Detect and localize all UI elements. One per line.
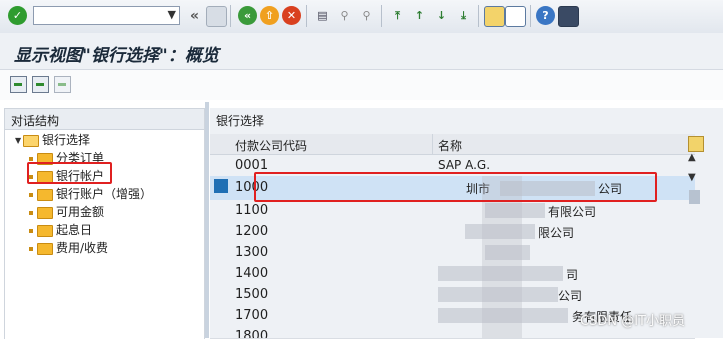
folder-open-icon (23, 134, 39, 147)
highlight-box (27, 162, 112, 184)
toolbar-divider (306, 5, 307, 27)
column-divider (432, 134, 433, 154)
folder-icon (37, 188, 53, 201)
tree-item-label: 可用金额 (56, 205, 105, 219)
column-header-name[interactable]: 名称 (438, 137, 462, 154)
dialog-structure-panel: 对话结构 ▼ 银行选择 分类订单 银行帐户 银行账户（增强） 可用金额 起息日 费… (4, 108, 205, 339)
toolbar-divider (230, 5, 231, 27)
next-page-icon[interactable]: ↓ (432, 6, 451, 25)
cell-company-code: 1100 (235, 203, 269, 218)
folder-icon (37, 242, 53, 255)
toolbar-divider (478, 5, 479, 27)
bullet-icon (29, 246, 33, 251)
last-page-icon[interactable]: ⤓ (454, 6, 473, 25)
table-title: 银行选择 (216, 114, 265, 128)
back-icon[interactable]: « (185, 6, 204, 25)
chevron-down-icon[interactable]: ▼ (168, 8, 176, 21)
table-row[interactable]: 1400 司 (210, 263, 695, 285)
table-row[interactable]: 1100 有限公司 (210, 200, 695, 222)
table-header: 付款公司代码 名称 (210, 134, 695, 155)
tree-item[interactable]: 可用金额 (29, 203, 104, 219)
cancel-icon[interactable]: ✕ (282, 6, 301, 25)
cell-name-suffix: 公司 (558, 289, 583, 303)
folder-icon (37, 224, 53, 237)
standard-toolbar: ✓ ▼ « « ⇧ ✕ ▤ ⚲ ⚲ ⤒ ↑ ↓ ⤓ ? (0, 0, 723, 34)
tree-root-bank-selection[interactable]: ▼ 银行选择 (15, 131, 90, 147)
cell-name-suffix: 有限公司 (548, 205, 597, 219)
cell-name-suffix: 司 (566, 268, 579, 282)
cell-company-code: 0001 (235, 158, 269, 173)
command-field[interactable]: ▼ (33, 6, 180, 25)
bullet-icon (29, 156, 33, 161)
back-green-icon[interactable]: « (238, 6, 257, 25)
collapse-triangle-icon[interactable]: ▼ (15, 136, 23, 145)
prev-page-icon[interactable]: ↑ (410, 6, 429, 25)
application-toolbar (0, 70, 723, 100)
cell-company-code: 1200 (235, 224, 269, 239)
collapse-icon[interactable] (32, 76, 49, 93)
table-row[interactable]: 1500 公司 (210, 284, 695, 306)
cell-company-code: 1700 (235, 308, 269, 323)
scroll-down-icon[interactable]: ▼ (688, 172, 696, 183)
cell-company-code: 1500 (235, 287, 269, 302)
table-row[interactable]: 1200 限公司 (210, 221, 695, 243)
bullet-icon (29, 210, 33, 215)
cell-name: SAP A.G. (438, 158, 491, 172)
vertical-scrollbar[interactable]: ▲ ▼ (686, 134, 703, 338)
find-next-icon[interactable]: ⚲ (357, 6, 376, 25)
tree-item[interactable]: 费用/收费 (29, 239, 108, 255)
save-icon[interactable] (206, 6, 227, 27)
toolbar-divider (381, 5, 382, 27)
scroll-up-icon[interactable]: ▲ (688, 152, 696, 163)
column-header-company-code[interactable]: 付款公司代码 (235, 137, 307, 154)
bullet-icon (29, 192, 33, 197)
toolbar-divider (530, 5, 531, 27)
select-icon[interactable] (54, 76, 71, 93)
tree-item-label: 起息日 (56, 223, 93, 237)
shortcut-icon[interactable] (505, 6, 526, 27)
exit-icon[interactable]: ⇧ (260, 6, 279, 25)
help-icon[interactable]: ? (536, 6, 555, 25)
cell-name-suffix: 限公司 (538, 226, 575, 240)
tree-item-label: 银行账户（增强） (56, 187, 153, 201)
scroll-thumb[interactable] (689, 190, 700, 204)
watermark: CSDN @IT小职员 (580, 314, 685, 329)
folder-icon (37, 206, 53, 219)
find-icon[interactable]: ⚲ (335, 6, 354, 25)
tree-header: 对话结构 (5, 109, 204, 130)
splitter[interactable] (205, 102, 209, 338)
cell-company-code: 1300 (235, 245, 269, 260)
print-icon[interactable]: ▤ (313, 6, 332, 25)
expand-icon[interactable] (10, 76, 27, 93)
tree-root-label: 银行选择 (42, 133, 91, 147)
tree-header-label: 对话结构 (11, 114, 60, 128)
layout-icon[interactable] (558, 6, 579, 27)
tree-item[interactable]: 起息日 (29, 221, 92, 237)
cell-company-code: 1400 (235, 266, 269, 281)
page-title: 显示视图"银行选择"：概览 (14, 46, 219, 66)
highlight-box (254, 172, 657, 202)
create-session-icon[interactable] (484, 6, 505, 27)
first-page-icon[interactable]: ⤒ (388, 6, 407, 25)
tree-item-label: 费用/收费 (56, 241, 109, 255)
row-selector[interactable] (214, 179, 228, 193)
bullet-icon (29, 228, 33, 233)
table-row[interactable]: 1300 (210, 242, 695, 264)
tree-item[interactable]: 银行账户（增强） (29, 185, 152, 201)
title-bar: 显示视图"银行选择"：概览 (0, 33, 723, 70)
enter-icon[interactable]: ✓ (8, 6, 27, 25)
bank-selection-table-panel: 银行选择 付款公司代码 名称 0001 SAP A.G. 1000 圳市 公司 … (210, 108, 723, 339)
